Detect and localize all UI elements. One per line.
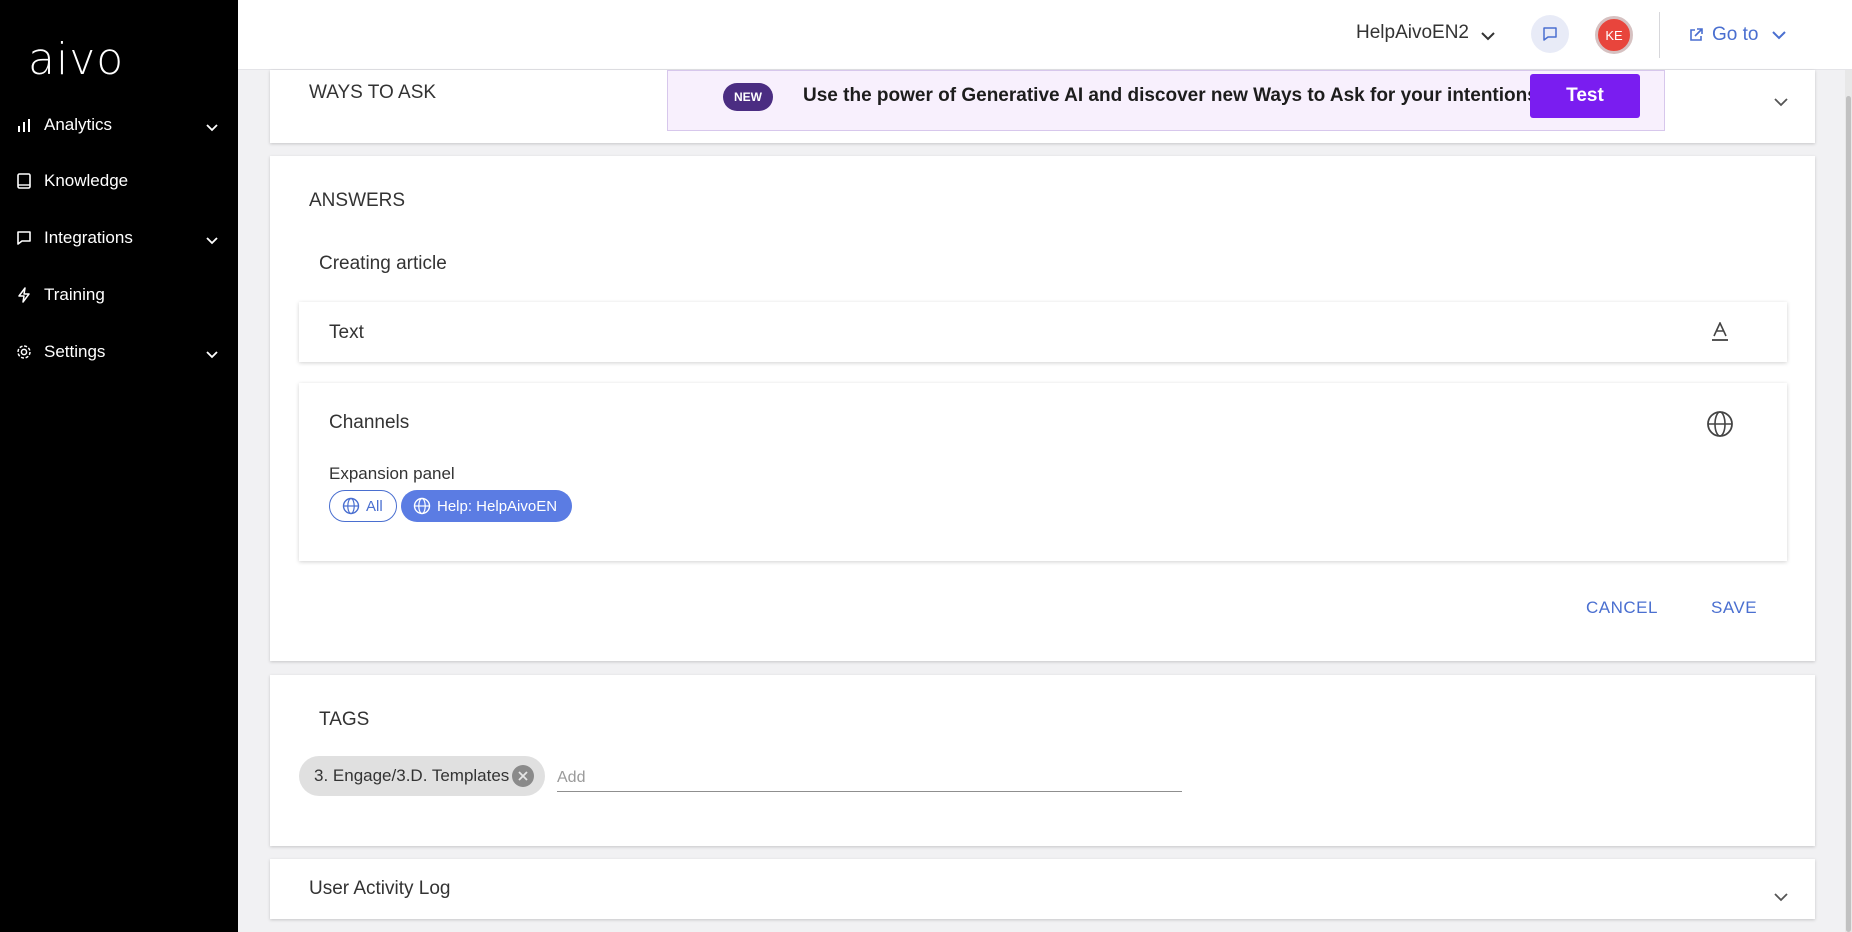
tags-title: TAGS xyxy=(319,709,370,730)
cancel-button[interactable]: CANCEL xyxy=(1586,598,1658,618)
answers-subtitle: Creating article xyxy=(319,253,447,274)
book-icon xyxy=(16,173,32,189)
chevron-down-icon xyxy=(206,119,218,137)
sidebar-item-knowledge[interactable]: Knowledge xyxy=(0,161,238,201)
goto-label: Go to xyxy=(1712,24,1759,45)
chat-bubble-icon xyxy=(16,230,32,246)
chevron-down-icon[interactable] xyxy=(1774,94,1788,112)
sidebar-item-label: Training xyxy=(44,285,105,304)
avatar[interactable]: KE xyxy=(1595,16,1633,54)
answers-title: ANSWERS xyxy=(309,190,406,211)
gear-icon xyxy=(16,344,32,360)
chip-label: All xyxy=(366,497,383,515)
header-divider xyxy=(1659,12,1660,58)
workspace-selector[interactable]: HelpAivoEN2 xyxy=(1356,22,1469,44)
chip-label: Help: HelpAivoEN xyxy=(437,497,558,515)
chevron-down-icon xyxy=(206,346,218,364)
text-format-icon[interactable] xyxy=(1711,321,1729,347)
aivo-logo[interactable]: aivo xyxy=(28,34,124,85)
globe-icon[interactable] xyxy=(1706,410,1734,443)
sidebar-item-label: Analytics xyxy=(44,115,113,134)
sidebar: aivo Analytics Knowledge Integrations Tr… xyxy=(0,0,238,932)
bar-chart-icon xyxy=(16,117,32,133)
expansion-panel-label: Expansion panel xyxy=(329,464,455,483)
activity-log-title: User Activity Log xyxy=(309,878,451,899)
activity-log-card[interactable] xyxy=(270,859,1815,919)
banner-text: Use the power of Generative AI and disco… xyxy=(803,85,1544,106)
close-icon[interactable] xyxy=(512,765,534,787)
tag-label: 3. Engage/3.D. Templates xyxy=(314,766,510,785)
channels-title: Channels xyxy=(329,412,410,433)
sidebar-item-label: Integrations xyxy=(44,228,133,247)
external-link-icon xyxy=(1690,28,1703,41)
tag-chip[interactable]: 3. Engage/3.D. Templates xyxy=(299,756,545,796)
sidebar-item-integrations[interactable]: Integrations xyxy=(0,218,238,258)
sidebar-item-analytics[interactable]: Analytics xyxy=(0,105,238,145)
scrollbar-thumb[interactable] xyxy=(1846,96,1851,932)
lightning-icon xyxy=(16,287,32,303)
globe-icon xyxy=(413,497,431,515)
new-badge: NEW xyxy=(723,83,773,111)
channels-panel xyxy=(299,383,1787,561)
chat-button[interactable] xyxy=(1531,15,1569,53)
text-panel[interactable] xyxy=(299,302,1787,362)
sidebar-item-label: Knowledge xyxy=(44,171,129,190)
sidebar-item-settings[interactable]: Settings xyxy=(0,332,238,372)
chevron-down-icon[interactable] xyxy=(1481,28,1495,46)
chevron-down-icon xyxy=(1772,30,1787,39)
chevron-down-icon xyxy=(206,232,218,250)
ways-to-ask-title: WAYS TO ASK xyxy=(309,82,437,103)
text-panel-label: Text xyxy=(329,322,364,343)
tag-input[interactable] xyxy=(557,764,1182,792)
channel-chip-help[interactable]: Help: HelpAivoEN xyxy=(401,490,572,522)
test-button[interactable]: Test xyxy=(1530,74,1640,118)
channel-chip-all[interactable]: All xyxy=(329,490,397,522)
sidebar-item-label: Settings xyxy=(44,342,106,361)
chevron-down-icon[interactable] xyxy=(1774,889,1788,907)
goto-menu[interactable]: Go to xyxy=(1688,24,1787,46)
globe-icon xyxy=(342,497,360,515)
chat-bubble-icon xyxy=(1543,27,1557,41)
save-button[interactable]: SAVE xyxy=(1711,598,1757,618)
sidebar-item-training[interactable]: Training xyxy=(0,275,238,315)
